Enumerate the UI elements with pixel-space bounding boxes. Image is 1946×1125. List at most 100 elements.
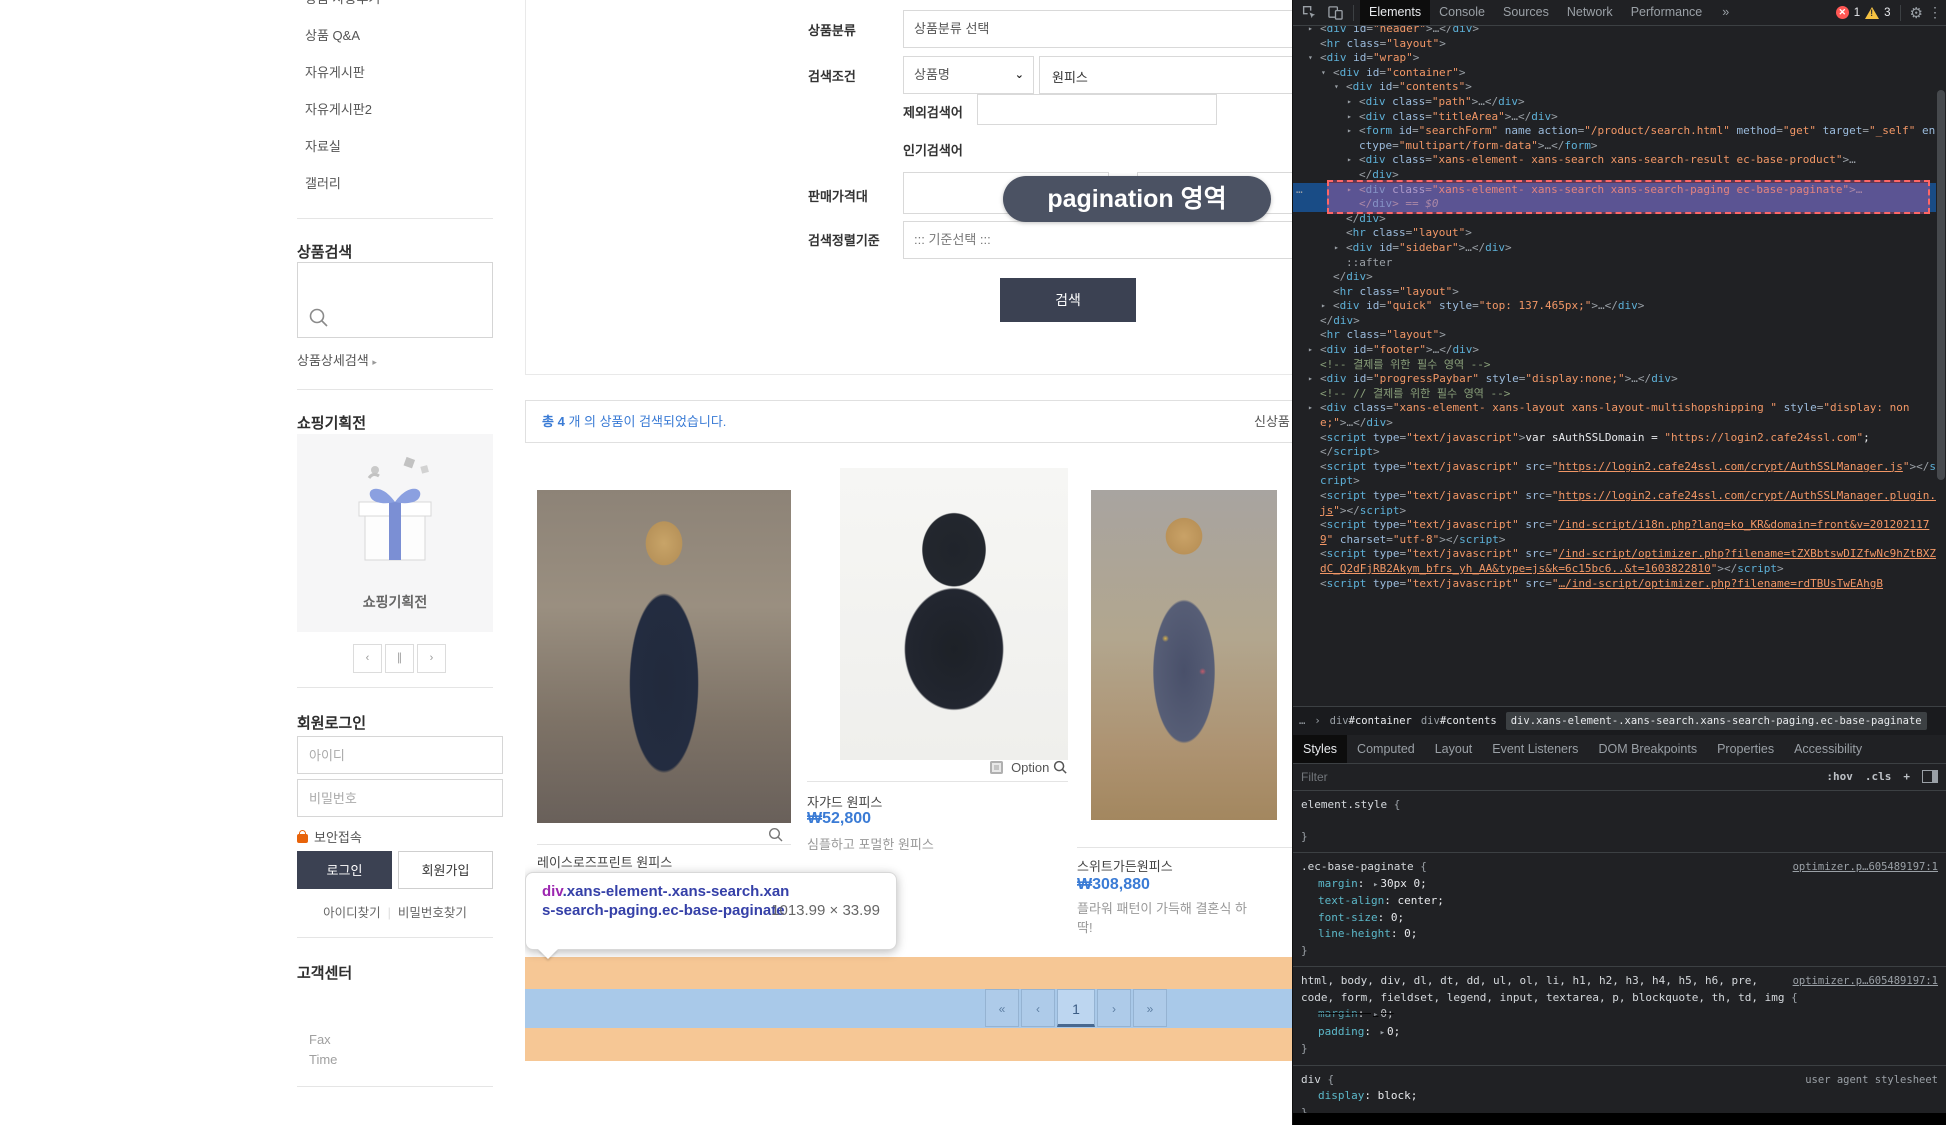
page-current[interactable]: 1 xyxy=(1057,989,1095,1027)
devtools-tab-sources[interactable]: Sources xyxy=(1494,0,1558,25)
scrollbar-thumb[interactable] xyxy=(1937,90,1945,480)
styles-tab-properties[interactable]: Properties xyxy=(1707,735,1784,763)
sidebar-menu-item-4[interactable]: 자료실 xyxy=(297,128,493,165)
sort-newest-link[interactable]: 신상품 xyxy=(1254,401,1290,442)
detail-search-link[interactable]: 상품상세검색 ▸ xyxy=(297,350,377,369)
option-label[interactable]: Option xyxy=(1011,760,1049,775)
row-actions-icon[interactable]: … xyxy=(1296,183,1304,198)
dom-tree-line[interactable]: </div> xyxy=(1293,270,1936,285)
device-toolbar-icon[interactable] xyxy=(1323,2,1347,24)
settings-gear-icon[interactable]: ⚙ xyxy=(1910,4,1923,22)
promo-pause-button[interactable]: ∥ xyxy=(385,644,414,673)
page-first-button[interactable]: « xyxy=(985,989,1019,1027)
sidebar-menu-item-0[interactable]: 상품 사용후기 xyxy=(297,0,493,17)
breadcrumb-item[interactable]: div.xans-element-.xans-search.xans-searc… xyxy=(1506,712,1927,730)
promo-next-button[interactable]: › xyxy=(417,644,446,673)
zoom-icon[interactable] xyxy=(1053,760,1068,775)
expand-arrow-icon[interactable]: ▸ xyxy=(1347,183,1352,198)
condition-select[interactable]: 상품명 ⌄ xyxy=(903,56,1034,94)
expand-arrow-icon[interactable]: ▸ xyxy=(1347,153,1352,168)
expand-arrow-icon[interactable]: ▸ xyxy=(1308,372,1313,387)
expand-arrow-icon[interactable]: ▸ xyxy=(1321,299,1326,314)
styles-tab-event-listeners[interactable]: Event Listeners xyxy=(1482,735,1588,763)
css-property[interactable]: line-height: 0; xyxy=(1301,926,1938,943)
dom-tree-line[interactable]: <script type="text/javascript" src="/ind… xyxy=(1293,518,1936,547)
dom-tree-line[interactable]: <script type="text/javascript" src="http… xyxy=(1293,460,1936,489)
dom-tree-line[interactable]: </div> xyxy=(1293,212,1936,227)
hover-state-toggle[interactable]: :hov xyxy=(1826,770,1853,783)
css-property[interactable]: padding: ▸0; xyxy=(1301,1024,1938,1042)
collapse-arrow-icon[interactable]: ▾ xyxy=(1334,80,1339,95)
css-source-link[interactable]: optimizer.p…605489197:1 xyxy=(1793,859,1938,876)
css-property[interactable]: margin: ▸30px 0; xyxy=(1301,876,1938,894)
expand-arrow-icon[interactable]: ▸ xyxy=(1308,401,1313,416)
dom-tree-line[interactable]: ▸<div class="xans-element- xans-layout x… xyxy=(1293,401,1936,430)
dom-tree-line[interactable]: ▸<div class="xans-element- xans-search x… xyxy=(1293,183,1936,212)
zoom-icon[interactable] xyxy=(768,827,784,843)
dom-tree-line[interactable]: ▸<div class="titleArea">…</div> xyxy=(1293,110,1936,125)
new-rule-button[interactable]: + xyxy=(1903,770,1910,783)
sort-select[interactable]: ::: 기준선택 ::: xyxy=(903,221,1292,259)
dom-tree-line[interactable]: <hr class="layout"> xyxy=(1293,37,1936,52)
devtools-tab-console[interactable]: Console xyxy=(1430,0,1494,25)
styles-tab-styles[interactable]: Styles xyxy=(1293,735,1347,763)
expand-arrow-icon[interactable]: ▸ xyxy=(1308,26,1313,37)
css-property[interactable]: margin: ▸0; xyxy=(1301,1006,1938,1024)
devtools-tab-elements[interactable]: Elements xyxy=(1360,0,1430,25)
dom-tree-line[interactable]: ▸<div id="footer">…</div> xyxy=(1293,343,1936,358)
dom-tree-line[interactable]: </div> xyxy=(1293,314,1936,329)
filter-input[interactable]: Filter xyxy=(1301,770,1814,784)
page-next-button[interactable]: › xyxy=(1097,989,1131,1027)
warning-icon[interactable] xyxy=(1865,7,1879,19)
find-id-link[interactable]: 아이디찾기 xyxy=(323,906,381,920)
dom-tree-line[interactable]: <script type="text/javascript" src="/ind… xyxy=(1293,547,1936,576)
secure-connect[interactable]: 보안접속 xyxy=(297,827,362,846)
more-tabs-icon[interactable]: » xyxy=(1713,0,1738,25)
collapse-arrow-icon[interactable]: ▾ xyxy=(1321,66,1326,81)
styles-tab-layout[interactable]: Layout xyxy=(1425,735,1483,763)
breadcrumb-item[interactable]: div#contents xyxy=(1421,715,1497,727)
css-property[interactable]: display: block; xyxy=(1301,1088,1938,1105)
dom-tree-line[interactable]: <hr class="layout"> xyxy=(1293,328,1936,343)
css-property[interactable]: text-align: center; xyxy=(1301,893,1938,910)
login-password-field[interactable] xyxy=(297,779,503,817)
page-prev-button[interactable]: ‹ xyxy=(1021,989,1055,1027)
inspect-element-icon[interactable] xyxy=(1297,2,1321,24)
error-icon[interactable]: ✕ xyxy=(1836,6,1849,19)
dom-tree-line[interactable]: ▸<div class="path">…</div> xyxy=(1293,95,1936,110)
dom-tree-line[interactable]: ▸<div id="progressPaybar" style="display… xyxy=(1293,372,1936,387)
product-image[interactable] xyxy=(1091,490,1277,820)
dom-tree-line[interactable]: <!-- // 결제를 위한 필수 영역 --> xyxy=(1293,387,1936,402)
expand-shorthand-icon[interactable]: ▸ xyxy=(1378,1028,1387,1038)
product-name[interactable]: 스위트가든원피스 xyxy=(1077,856,1173,875)
sidebar-menu-item-1[interactable]: 상품 Q&A xyxy=(297,17,493,54)
dom-tree-line[interactable]: ▸<form id="searchForm" name action="/pro… xyxy=(1293,124,1936,153)
css-source-link[interactable]: user agent stylesheet xyxy=(1805,1072,1938,1089)
dom-tree-line[interactable]: ▾<div id="contents"> xyxy=(1293,80,1936,95)
dom-tree-line[interactable]: ▸<div id="quick" style="top: 137.465px;"… xyxy=(1293,299,1936,314)
expand-arrow-icon[interactable]: ▸ xyxy=(1334,241,1339,256)
expand-shorthand-icon[interactable]: ▸ xyxy=(1371,1010,1380,1020)
exclude-input[interactable] xyxy=(988,95,1210,126)
toggle-sidebar-icon[interactable] xyxy=(1922,770,1938,783)
styles-tab-accessibility[interactable]: Accessibility xyxy=(1784,735,1872,763)
page-last-button[interactable]: » xyxy=(1133,989,1167,1027)
keyword-input[interactable] xyxy=(1050,57,1288,95)
dom-tree-line[interactable]: ▸<div id="sidebar">…</div> xyxy=(1293,241,1936,256)
dom-tree-line[interactable]: <script type="text/javascript" src="…/in… xyxy=(1293,577,1936,592)
join-button[interactable]: 회원가입 xyxy=(398,851,493,889)
css-selector[interactable]: div xyxy=(1301,1073,1321,1086)
sidebar-menu-item-5[interactable]: 갤러리 xyxy=(297,165,493,202)
devtools-tab-network[interactable]: Network xyxy=(1558,0,1622,25)
dom-tree-line[interactable]: ▸<div class="xans-element- xans-search x… xyxy=(1293,153,1936,182)
breadcrumb-item[interactable]: div#container xyxy=(1330,715,1412,727)
css-source-link[interactable]: optimizer.p…605489197:1 xyxy=(1793,973,1938,990)
expand-arrow-icon[interactable]: ▸ xyxy=(1347,124,1352,139)
sidebar-menu-item-3[interactable]: 자유게시판2 xyxy=(297,91,493,128)
dom-tree-line[interactable]: ▾<div id="wrap"> xyxy=(1293,51,1936,66)
expand-shorthand-icon[interactable]: ▸ xyxy=(1371,880,1380,890)
sidebar-menu-item-2[interactable]: 자유게시판 xyxy=(297,54,493,91)
dom-tree-line[interactable]: <script type="text/javascript">var sAuth… xyxy=(1293,431,1936,460)
login-id-field[interactable] xyxy=(297,736,503,774)
collapse-arrow-icon[interactable]: ▾ xyxy=(1308,51,1313,66)
